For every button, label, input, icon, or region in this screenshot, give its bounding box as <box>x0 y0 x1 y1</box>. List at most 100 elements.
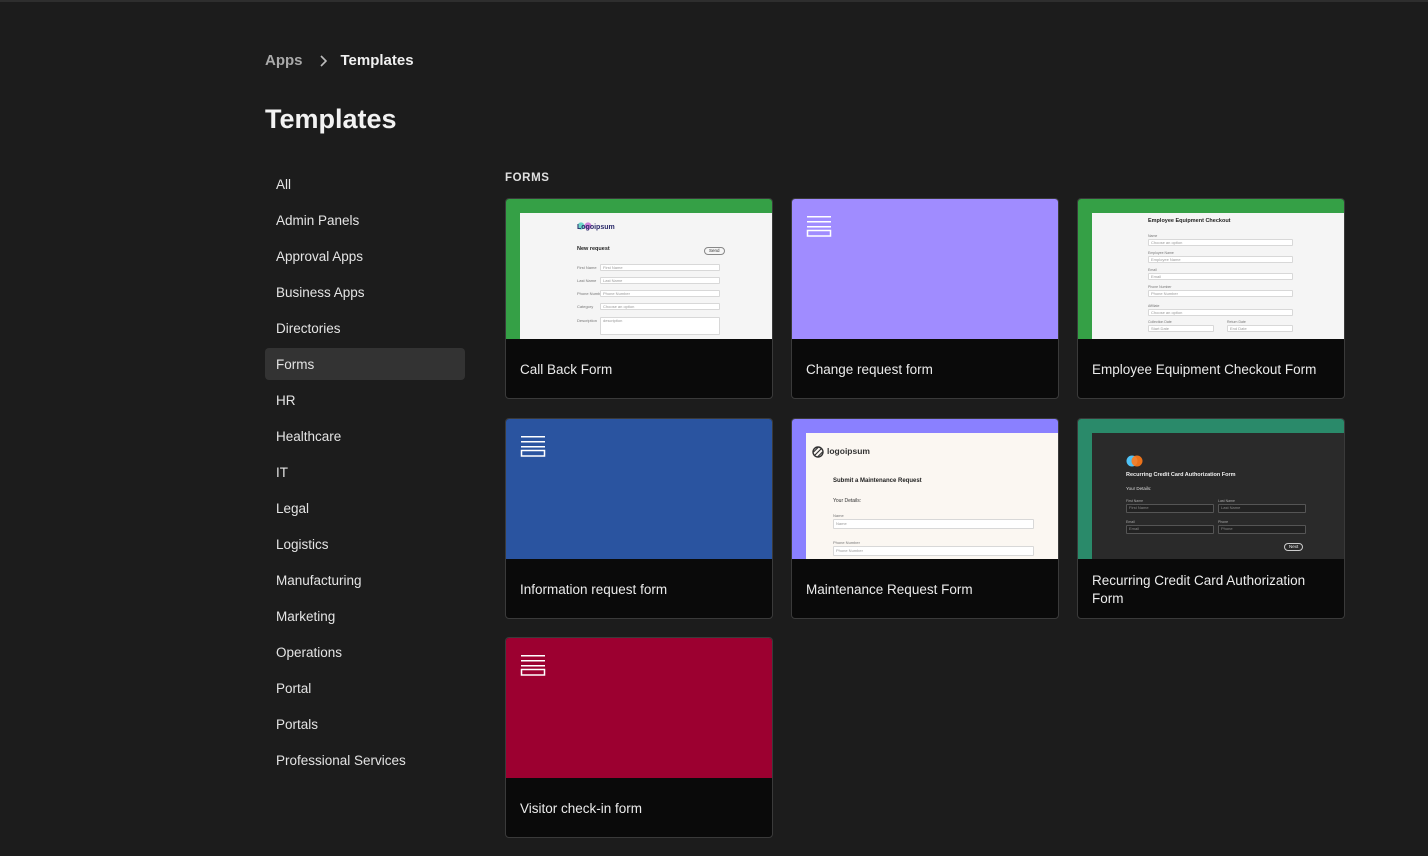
preview-field: Last Name <box>1218 504 1306 513</box>
template-card-employee-equipment-checkout-form[interactable]: Employee Equipment Checkout Name Choose … <box>1077 198 1345 399</box>
preview-label: Description <box>577 318 598 323</box>
card-title: Maintenance Request Form <box>806 581 973 597</box>
sidebar-item-healthcare[interactable]: Healthcare <box>265 420 465 452</box>
preview-label: Return Date <box>1227 320 1246 324</box>
template-card-call-back-form[interactable]: Logoipsum New request Send First Name Fi… <box>505 198 773 399</box>
sidebar-item-directories[interactable]: Directories <box>265 312 465 344</box>
card-title: Visitor check-in form <box>520 800 643 816</box>
preview-field: Phone Number <box>833 546 1034 556</box>
preview-send-button: Send <box>704 247 725 255</box>
menu-icon <box>520 435 546 462</box>
logo-icon <box>1126 454 1144 472</box>
sidebar-item-manufacturing[interactable]: Manufacturing <box>265 564 465 596</box>
preview-field: Last Name <box>600 277 720 284</box>
card-title: Call Back Form <box>520 361 613 377</box>
preview-label: Last Name <box>1218 499 1235 503</box>
form-preview: logoipsum Submit a Maintenance Request Y… <box>806 433 1058 559</box>
preview-field: Email <box>1126 525 1214 534</box>
card-thumbnail: logoipsum Submit a Maintenance Request Y… <box>792 419 1058 559</box>
logo-text: logoipsum <box>827 446 870 456</box>
sidebar-item-forms[interactable]: Forms <box>265 348 465 380</box>
preview-label: Phone Number <box>1148 285 1172 289</box>
template-card-maintenance-request-form[interactable]: logoipsum Submit a Maintenance Request Y… <box>791 418 1059 619</box>
preview-label: Affiliate <box>1148 304 1160 308</box>
preview-field: Choose an option <box>1148 239 1293 246</box>
form-preview: Recurring Credit Card Authorization Form… <box>1092 433 1344 559</box>
preview-field: description <box>600 317 720 335</box>
preview-field: Employee Name <box>1148 256 1293 263</box>
preview-label: First Name <box>577 265 597 270</box>
card-title: Employee Equipment Checkout Form <box>1092 361 1317 377</box>
breadcrumb: Apps Templates <box>265 52 414 69</box>
preview-date-field: End Date <box>1227 325 1293 332</box>
form-preview: Logoipsum New request Send First Name Fi… <box>520 213 772 339</box>
card-title: Information request form <box>520 581 668 597</box>
preview-subheading: Your Details: <box>1126 486 1152 491</box>
sidebar-item-admin-panels[interactable]: Admin Panels <box>265 204 465 236</box>
form-preview: Employee Equipment Checkout Name Choose … <box>1092 213 1344 339</box>
sidebar-item-operations[interactable]: Operations <box>265 636 465 668</box>
section-heading-forms: FORMS <box>505 172 550 184</box>
preview-heading: New request <box>577 246 610 252</box>
logo-text: Logoipsum <box>577 224 615 231</box>
preview-label: Employee Name <box>1148 251 1174 255</box>
preview-subheading: Your Details: <box>833 498 862 504</box>
preview-label: Last Name <box>577 278 597 283</box>
sidebar-item-business-apps[interactable]: Business Apps <box>265 276 465 308</box>
category-sidebar: All Admin Panels Approval Apps Business … <box>265 168 465 780</box>
preview-label: First Name <box>1126 499 1144 503</box>
preview-date-field: Start Date <box>1148 325 1214 332</box>
top-border <box>0 0 1428 2</box>
preview-field: Phone <box>1218 525 1306 534</box>
preview-field: First Name <box>1126 504 1214 513</box>
sidebar-item-hr[interactable]: HR <box>265 384 465 416</box>
preview-field: Choose an option <box>1148 309 1293 316</box>
template-card-change-request-form[interactable]: Change request form <box>791 198 1059 399</box>
chevron-right-icon <box>319 54 327 67</box>
template-card-recurring-credit-card-form[interactable]: Recurring Credit Card Authorization Form… <box>1077 418 1345 619</box>
menu-icon <box>520 654 546 681</box>
template-card-information-request-form[interactable]: Information request form <box>505 418 773 619</box>
card-thumbnail: Employee Equipment Checkout Name Choose … <box>1078 199 1344 339</box>
preview-heading: Employee Equipment Checkout <box>1148 218 1231 224</box>
card-title: Recurring Credit Card Authorization Form <box>1092 572 1306 606</box>
card-thumbnail <box>506 638 772 778</box>
preview-label: Category <box>577 304 594 309</box>
logo-icon <box>812 445 824 463</box>
preview-heading: Submit a Maintenance Request <box>833 478 922 484</box>
preview-label: Collection Date <box>1148 320 1172 324</box>
preview-next-button: Next <box>1284 543 1304 551</box>
preview-label: Phone Number <box>833 540 860 545</box>
sidebar-item-all[interactable]: All <box>265 168 465 200</box>
sidebar-item-portal[interactable]: Portal <box>265 672 465 704</box>
card-thumbnail: Recurring Credit Card Authorization Form… <box>1078 419 1344 559</box>
preview-field: Phone Number <box>1148 290 1293 297</box>
breadcrumb-current: Templates <box>340 52 414 69</box>
sidebar-item-logistics[interactable]: Logistics <box>265 528 465 560</box>
preview-label: Email <box>1148 268 1157 272</box>
card-thumbnail <box>792 199 1058 339</box>
preview-field: First Name <box>600 264 720 271</box>
template-card-visitor-check-in-form[interactable]: Visitor check-in form <box>505 637 773 838</box>
card-thumbnail: Logoipsum New request Send First Name Fi… <box>506 199 772 339</box>
preview-label: Name <box>833 513 844 518</box>
preview-field: Phone Number <box>600 290 720 297</box>
sidebar-item-legal[interactable]: Legal <box>265 492 465 524</box>
preview-label: Phone <box>1218 520 1229 524</box>
sidebar-item-approval-apps[interactable]: Approval Apps <box>265 240 465 272</box>
sidebar-item-portals[interactable]: Portals <box>265 708 465 740</box>
preview-label: Email <box>1126 520 1135 524</box>
breadcrumb-apps-link[interactable]: Apps <box>265 52 303 69</box>
card-title: Change request form <box>806 361 933 377</box>
sidebar-item-professional-services[interactable]: Professional Services <box>265 744 465 776</box>
preview-heading: Recurring Credit Card Authorization Form <box>1126 472 1236 478</box>
preview-field: Email <box>1148 273 1293 280</box>
preview-field: Name <box>833 519 1034 529</box>
sidebar-item-marketing[interactable]: Marketing <box>265 600 465 632</box>
preview-field: Choose an option <box>600 303 720 310</box>
card-thumbnail <box>506 419 772 559</box>
page-title: Templates <box>265 104 397 134</box>
sidebar-item-it[interactable]: IT <box>265 456 465 488</box>
menu-icon <box>806 215 832 242</box>
preview-label: Name <box>1148 234 1158 238</box>
